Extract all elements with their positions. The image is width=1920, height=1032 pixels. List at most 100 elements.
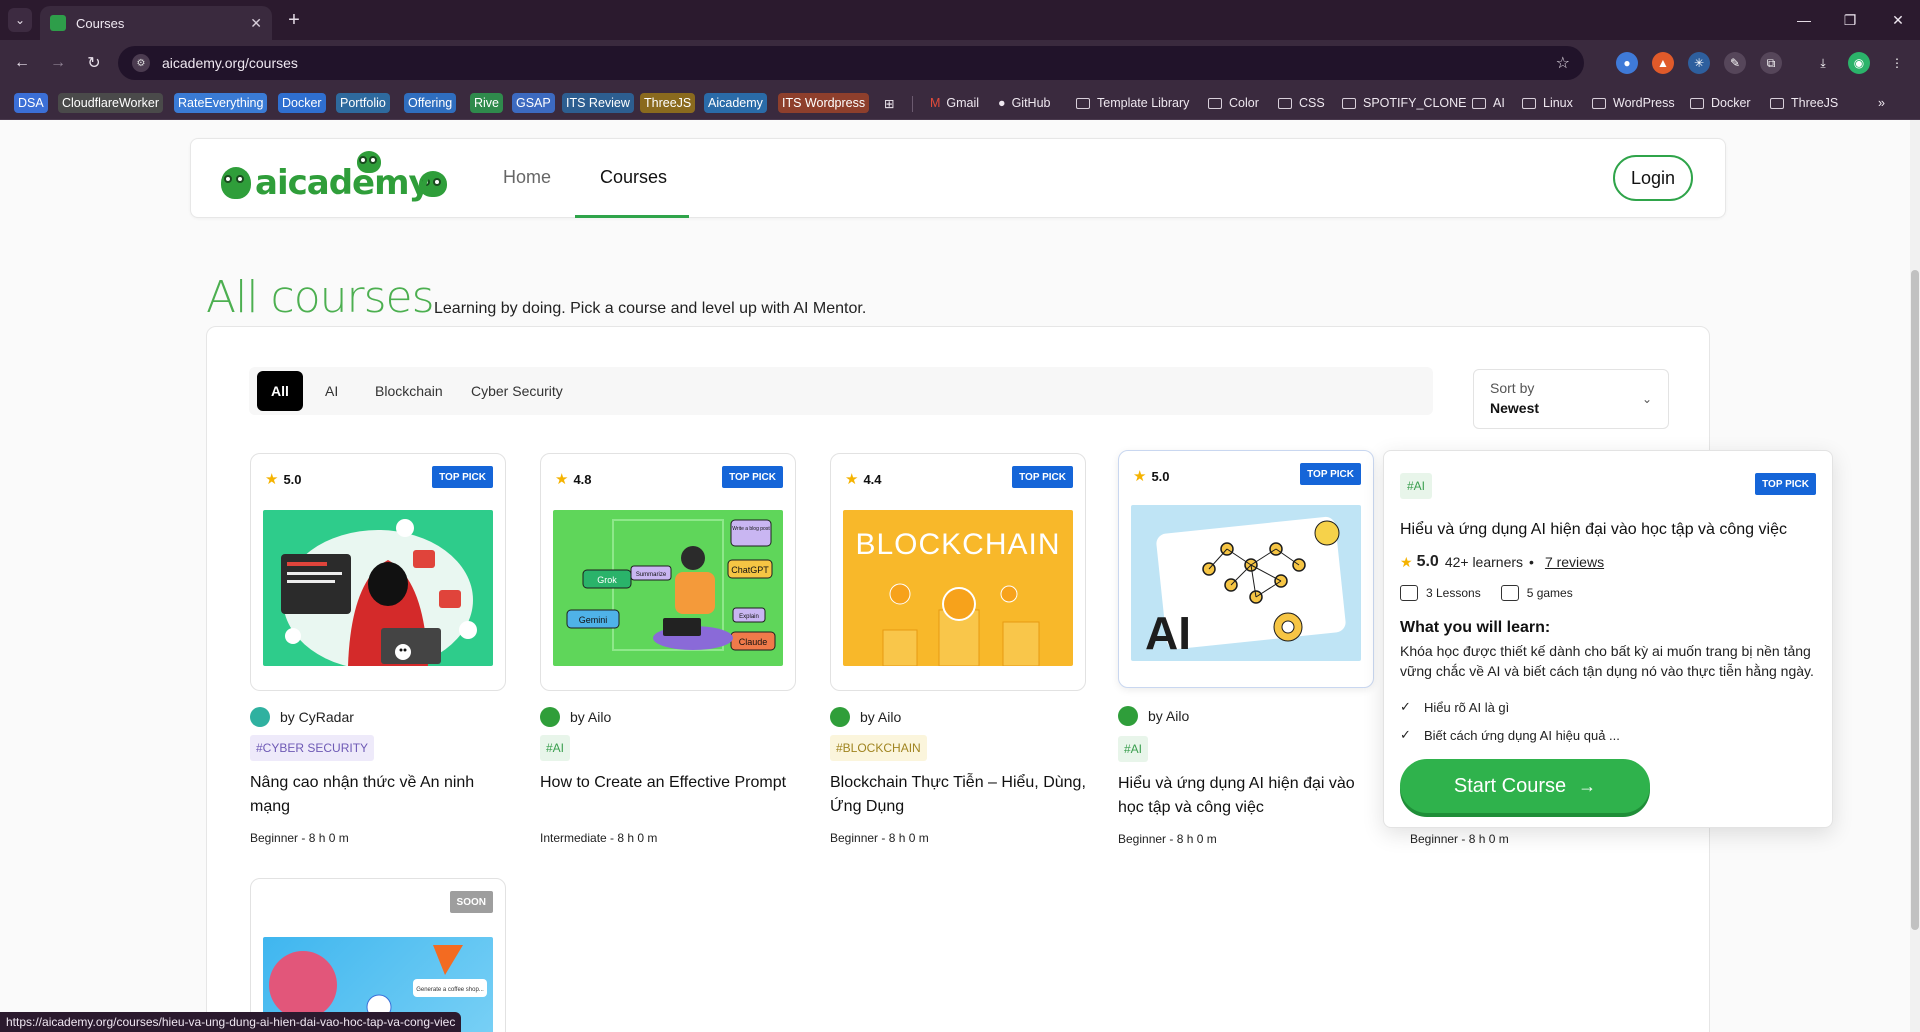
bookmark-its-wordpress[interactable]: ITS Wordpress (778, 93, 870, 113)
tab-title: Courses (76, 15, 125, 31)
bookmark-folder-spotify-clone[interactable]: SPOTIFY_CLONE (1338, 93, 1471, 113)
bookmark-folder-label: Color (1229, 96, 1259, 110)
login-button[interactable]: Login (1613, 155, 1693, 201)
tab-close-icon[interactable]: ✕ (250, 15, 262, 32)
bookmark-folder-docker[interactable]: Docker (1686, 93, 1755, 113)
prompt-bubble-grok: Grok (582, 569, 632, 589)
sort-dropdown[interactable]: Sort by Newest ⌄ (1473, 369, 1669, 429)
aicademy-logo[interactable]: aicademy (221, 151, 451, 209)
course-preview-popover[interactable]: #AI TOP PICK Hiểu và ứng dụng AI hiện đạ… (1383, 450, 1833, 828)
new-tab-plus-icon[interactable]: + (282, 8, 306, 32)
course-tag: #AI (1118, 736, 1149, 762)
check-icon: ✓ (1400, 699, 1411, 714)
extension-1-icon[interactable]: ● (1616, 52, 1638, 74)
start-course-button[interactable]: Start Course → (1400, 759, 1650, 813)
link-status-bar: https://aicademy.org/courses/hieu-va-ung… (0, 1012, 462, 1032)
bookmark-docker[interactable]: Docker (278, 93, 326, 113)
filter-chip-all[interactable]: All (257, 371, 303, 411)
browser-tab-courses[interactable]: Courses ✕ (40, 6, 272, 40)
filter-chip-ai[interactable]: AI (311, 371, 352, 411)
author-name: by Ailo (860, 709, 902, 725)
course-thumbnail[interactable]: ★ 5.0 TOP PICK (250, 453, 506, 691)
site-info-icon[interactable]: ⚙ (132, 54, 150, 72)
browser-menu-icon[interactable]: ⋮ (1886, 52, 1908, 74)
course-rating: ★ 4.8 (555, 470, 592, 488)
bookmark-its-review[interactable]: ITS Review (562, 93, 634, 113)
minimize-window-icon[interactable]: — (1792, 8, 1816, 32)
course-tag: #CYBER SECURITY (250, 735, 375, 761)
aicademy-favicon-icon (50, 15, 66, 31)
bookmark-folder-label: Linux (1543, 96, 1573, 110)
tab-list-chevron-icon[interactable]: ⌄ (8, 8, 32, 32)
reload-icon[interactable]: ↻ (82, 51, 106, 75)
bookmarks-bar: DSA CloudflareWorker RateEverything Dock… (0, 86, 1920, 120)
check-icon: ✓ (1400, 727, 1411, 742)
back-arrow-icon[interactable]: ← (10, 51, 34, 75)
extension-react-icon[interactable]: ✳ (1688, 52, 1710, 74)
svg-text:Explain: Explain (739, 614, 759, 620)
bookmark-folder-ai[interactable]: AI (1468, 93, 1509, 113)
learn-point: ✓ Biết cách ứng dụng AI hiệu quả ... (1400, 727, 1620, 743)
bookmark-folder-template-library[interactable]: Template Library (1072, 93, 1193, 113)
forward-arrow-icon[interactable]: → (46, 51, 70, 75)
bookmark-rive[interactable]: Rive (470, 93, 504, 113)
page-title: All courses (206, 272, 435, 323)
course-title[interactable]: Hiểu và ứng dụng AI hiện đại vào học tập… (1118, 772, 1374, 820)
nav-courses[interactable]: Courses (600, 167, 667, 188)
scrollbar-thumb[interactable] (1911, 270, 1919, 930)
bookmark-aicademy[interactable]: Aicademy (704, 93, 767, 113)
bookmark-github[interactable]: ● GitHub (994, 93, 1054, 113)
popover-rating: 5.0 (1416, 553, 1439, 570)
bookmark-folder-linux[interactable]: Linux (1518, 93, 1577, 113)
bookmark-portfolio[interactable]: Portfolio (336, 93, 390, 113)
sort-value: Newest (1490, 400, 1540, 416)
bookmark-gsap[interactable]: GSAP (512, 93, 555, 113)
bookmark-cloudflareworker[interactable]: CloudflareWorker (58, 93, 164, 113)
bookmark-rateeverything[interactable]: RateEverything (174, 93, 268, 113)
author-name: by Ailo (1148, 708, 1190, 724)
course-title[interactable]: Nâng cao nhận thức về An ninh mạng (250, 771, 506, 819)
course-thumbnail[interactable]: ★ 5.0 TOP PICK AI (1118, 450, 1374, 688)
bookmark-folder-threejs[interactable]: ThreeJS (1766, 93, 1842, 113)
course-thumbnail[interactable]: SOON Generate a coffee shop... (250, 878, 506, 1032)
nav-home[interactable]: Home (503, 167, 551, 188)
prompt-bubble-claude: Claude (730, 631, 776, 651)
separator-dot: • (1529, 554, 1534, 570)
extension-2-icon[interactable]: ▲ (1652, 52, 1674, 74)
filter-chip-cyber-security[interactable]: Cyber Security (457, 371, 577, 411)
address-url: aicademy.org/courses (162, 55, 298, 71)
course-thumbnail[interactable]: ★ 4.8 TOP PICK Grok Gemini ChatGPT Claude… (540, 453, 796, 691)
bookmark-star-icon[interactable]: ☆ (1556, 53, 1570, 73)
address-bar[interactable]: ⚙ aicademy.org/courses ☆ (118, 46, 1584, 80)
course-thumbnail[interactable]: ★ 4.4 TOP PICK BLOCKCHAIN (830, 453, 1086, 691)
popover-reviews-link[interactable]: 7 reviews (1545, 554, 1604, 570)
bookmark-dsa[interactable]: DSA (14, 93, 48, 113)
filter-chip-blockchain[interactable]: Blockchain (361, 371, 457, 411)
bookmarks-overflow-icon[interactable]: » (1874, 93, 1889, 113)
downloads-icon[interactable]: ⤓ (1812, 52, 1834, 74)
svg-text:ChatGPT: ChatGPT (731, 565, 769, 575)
page-scrollbar[interactable] (1910, 120, 1920, 1032)
profile-avatar-icon[interactable]: ◉ (1848, 52, 1870, 74)
bookmark-offering[interactable]: Offering (404, 93, 457, 113)
folder-icon (1342, 97, 1356, 109)
extension-pen-icon[interactable]: ✎ (1724, 52, 1746, 74)
blockchain-thumb-text: BLOCKCHAIN (855, 528, 1060, 561)
restore-window-icon[interactable]: ❐ (1838, 8, 1862, 32)
bookmark-gmail[interactable]: M Gmail (926, 93, 983, 113)
folder-icon (1770, 97, 1784, 109)
bookmark-github-label: GitHub (1011, 96, 1051, 110)
extensions-puzzle-icon[interactable]: ⧉ (1760, 52, 1782, 74)
bookmark-folder-color[interactable]: Color (1204, 93, 1263, 113)
bookmark-folder-wordpress[interactable]: WordPress (1588, 93, 1679, 113)
bookmark-threejs[interactable]: ThreeJS (640, 93, 696, 113)
close-window-icon[interactable]: ✕ (1886, 8, 1910, 32)
course-title[interactable]: How to Create an Effective Prompt (540, 771, 796, 795)
course-title[interactable]: Blockchain Thực Tiễn – Hiểu, Dùng, Ứng D… (830, 771, 1086, 819)
apps-grid-icon[interactable]: ⊞ (880, 93, 898, 113)
category-filters: All AI Blockchain Cyber Security (249, 367, 1433, 415)
owl-logo-icon (221, 167, 251, 199)
bookmark-folder-css[interactable]: CSS (1274, 93, 1329, 113)
star-icon: ★ (1133, 468, 1147, 485)
chevron-down-icon: ⌄ (1641, 392, 1652, 406)
